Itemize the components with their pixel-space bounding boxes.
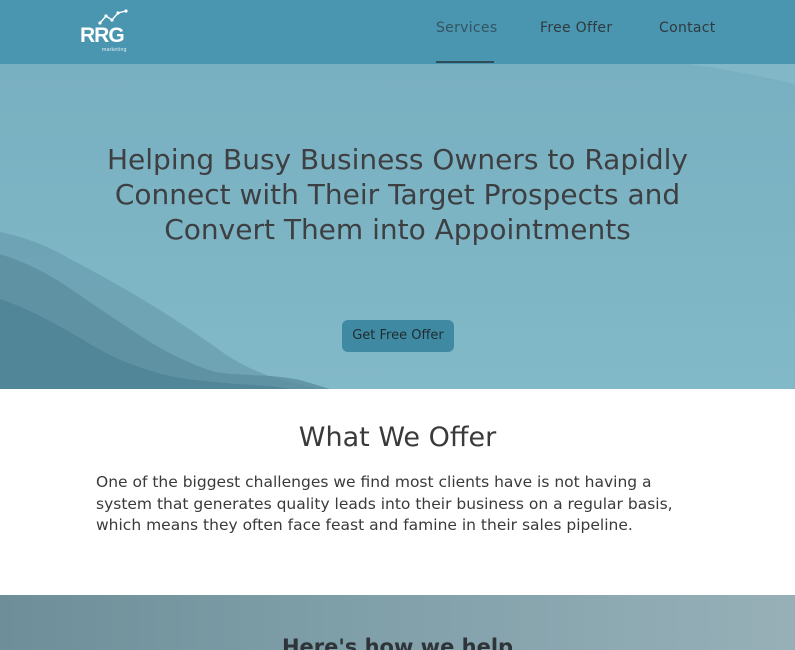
get-free-offer-button[interactable]: Get Free Offer xyxy=(342,320,454,352)
logo-subtext: marketing xyxy=(102,47,127,53)
offer-body: One of the biggest challenges we find mo… xyxy=(96,473,673,534)
help-section: Here's how we help xyxy=(0,595,795,650)
help-heading: Here's how we help xyxy=(281,635,514,650)
hero-section: Helping Busy Business Owners to Rapidly … xyxy=(0,64,795,389)
hero-title: Helping Busy Business Owners to Rapidly … xyxy=(106,143,688,246)
nav-services[interactable]: Services xyxy=(436,20,497,36)
nav-contact[interactable]: Contact xyxy=(659,20,716,36)
logo-text: RRG xyxy=(80,24,125,47)
nav-active-indicator xyxy=(436,61,494,63)
logo[interactable]: RRG marketing xyxy=(78,8,134,56)
offer-heading: What We Offer xyxy=(298,422,497,453)
nav-free-offer[interactable]: Free Offer xyxy=(540,20,612,36)
site-header: RRG marketing Services Free Offer Contac… xyxy=(0,0,795,64)
offer-section: What We Offer One of the biggest challen… xyxy=(0,389,795,595)
